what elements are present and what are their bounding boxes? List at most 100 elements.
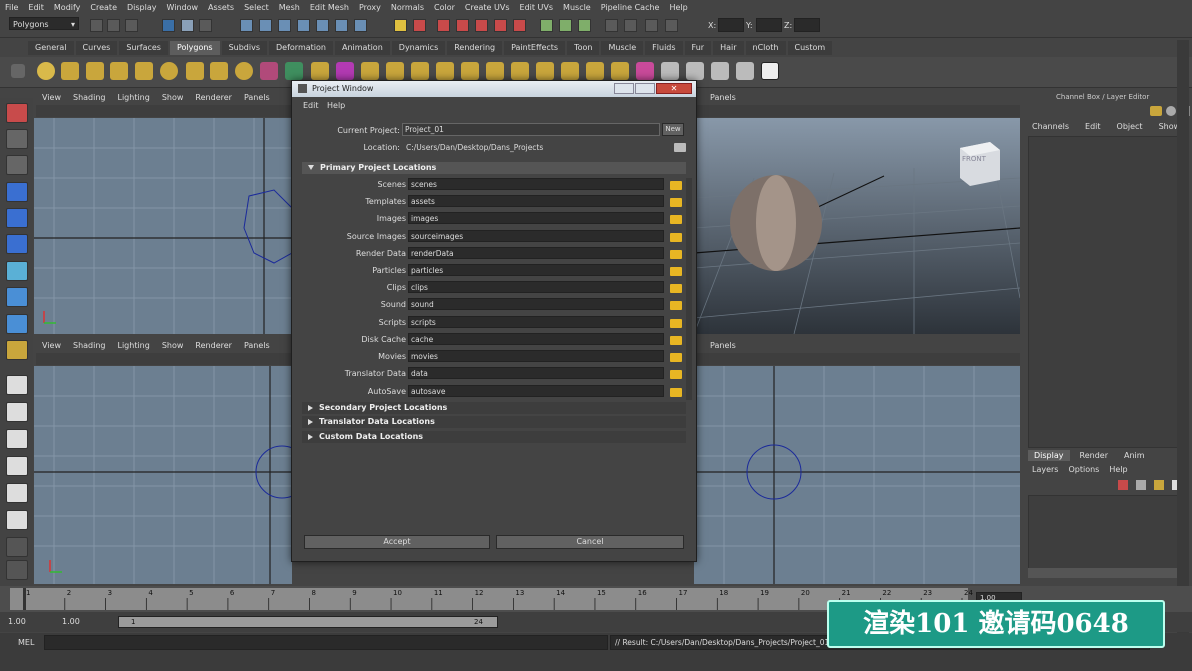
viewport-perspective[interactable] — [694, 118, 1020, 334]
snap-curve-icon[interactable] — [259, 19, 272, 32]
cb-menu-object[interactable]: Object — [1109, 122, 1151, 131]
viewport-toolbar-tr[interactable] — [696, 105, 1020, 117]
snap-point-icon[interactable] — [278, 19, 291, 32]
vp-tl-shading[interactable]: Shading — [67, 93, 112, 104]
clips-folder-icon[interactable] — [670, 284, 682, 293]
layer-selected-icon[interactable] — [1136, 480, 1146, 490]
translator-data-input[interactable]: data — [408, 367, 664, 379]
vp-tl-lighting[interactable]: Lighting — [111, 93, 155, 104]
locations-scrollbar[interactable] — [686, 178, 692, 400]
z-input[interactable] — [794, 18, 820, 32]
poly-plane-icon[interactable] — [135, 62, 153, 80]
ipr-render-icon[interactable] — [437, 19, 450, 32]
disk-cache-input[interactable]: cache — [408, 333, 664, 345]
dialog-menu-edit[interactable]: Edit — [303, 101, 319, 110]
tab-display[interactable]: Display — [1028, 450, 1070, 461]
sound-folder-icon[interactable] — [670, 301, 682, 310]
outliner-icon[interactable] — [645, 19, 658, 32]
separate-icon[interactable] — [285, 62, 303, 80]
render-view-icon[interactable] — [494, 19, 507, 32]
range-start2-field[interactable]: 1.00 — [62, 615, 112, 629]
attribute-editor-icon[interactable] — [540, 19, 553, 32]
scale-tool-icon[interactable] — [6, 234, 28, 254]
last-tool-icon[interactable] — [6, 314, 28, 334]
tab-polygons[interactable]: Polygons — [169, 41, 220, 55]
vp-bl-panels[interactable]: Panels — [238, 341, 276, 352]
scenes-input[interactable]: scenes — [408, 178, 664, 190]
images-folder-icon[interactable] — [670, 215, 682, 224]
split-icon[interactable] — [461, 62, 479, 80]
append-icon[interactable] — [436, 62, 454, 80]
tab-animation[interactable]: Animation — [334, 41, 390, 55]
tab-toon[interactable]: Toon — [567, 41, 600, 55]
attribute-toggle-icon[interactable] — [1166, 106, 1176, 116]
layout-icon[interactable] — [624, 19, 637, 32]
snap-plane-icon[interactable] — [297, 19, 310, 32]
extrude-icon[interactable] — [386, 62, 404, 80]
dialog-menu-help[interactable]: Help — [327, 101, 345, 110]
construction-icon[interactable] — [394, 19, 407, 32]
menu-muscle[interactable]: Muscle — [558, 3, 596, 12]
menu-pipeline-cache[interactable]: Pipeline Cache — [596, 3, 665, 12]
close-icon[interactable]: ✕ — [656, 83, 692, 94]
source-images-input[interactable]: sourceimages — [408, 230, 664, 242]
menu-display[interactable]: Display — [122, 3, 162, 12]
tab-hair[interactable]: Hair — [713, 41, 744, 55]
tab-fur[interactable]: Fur — [684, 41, 712, 55]
mode-selector[interactable]: Polygons ▾ — [9, 17, 79, 30]
current-project-input[interactable]: Project_01 — [402, 123, 660, 136]
horizontal-scrollbar[interactable] — [1028, 568, 1186, 578]
command-input[interactable] — [44, 635, 608, 650]
new-layer-icon[interactable] — [1118, 480, 1128, 490]
cut-faces-icon[interactable] — [486, 62, 504, 80]
bevel-icon[interactable] — [511, 62, 529, 80]
menu-assets[interactable]: Assets — [203, 3, 239, 12]
history-icon[interactable] — [354, 19, 367, 32]
sculpt-icon[interactable] — [561, 62, 579, 80]
select-component-icon[interactable] — [199, 19, 212, 32]
render-settings-icon[interactable] — [456, 19, 469, 32]
menu-file[interactable]: File — [0, 3, 23, 12]
open-scene-icon[interactable] — [107, 19, 120, 32]
layout-four-icon[interactable] — [6, 402, 28, 422]
paint-select-icon[interactable] — [6, 155, 28, 175]
scripts-input[interactable]: scripts — [408, 316, 664, 328]
layout-outliner-icon[interactable] — [6, 483, 28, 503]
tab-fluids[interactable]: Fluids — [645, 41, 683, 55]
y-input[interactable] — [756, 18, 782, 32]
tab-surfaces[interactable]: Surfaces — [119, 41, 168, 55]
select-hierarchy-icon[interactable] — [162, 19, 175, 32]
tab-muscle[interactable]: Muscle — [601, 41, 644, 55]
viewport-bottom-left[interactable] — [34, 366, 292, 584]
bridge-icon[interactable] — [411, 62, 429, 80]
clips-input[interactable]: clips — [408, 281, 664, 293]
menu-edit[interactable]: Edit — [23, 3, 49, 12]
vp-bl-show[interactable]: Show — [156, 341, 190, 352]
viewport-toolbar-bl[interactable] — [36, 353, 292, 365]
vp-tl-renderer[interactable]: Renderer — [189, 93, 238, 104]
menu-proxy[interactable]: Proxy — [354, 3, 386, 12]
menu-help[interactable]: Help — [664, 3, 692, 12]
smooth-icon[interactable] — [336, 62, 354, 80]
render-icon[interactable] — [413, 19, 426, 32]
show-manipulator-icon[interactable] — [6, 340, 28, 360]
save-scene-icon[interactable] — [125, 19, 138, 32]
source-images-folder-icon[interactable] — [670, 233, 682, 242]
vp-tl-panels[interactable]: Panels — [238, 93, 276, 104]
viewport-toolbar-br[interactable] — [696, 353, 1020, 365]
cb-menu-channels[interactable]: Channels — [1032, 122, 1077, 131]
menu-edit-uvs[interactable]: Edit UVs — [515, 3, 559, 12]
layer-empty-icon[interactable] — [1154, 480, 1164, 490]
layout-graph-icon[interactable] — [6, 456, 28, 476]
images-input[interactable]: images — [408, 212, 664, 224]
spherical-map-icon[interactable] — [736, 62, 754, 80]
vp-bl-renderer[interactable]: Renderer — [189, 341, 238, 352]
current-time-marker[interactable] — [23, 588, 26, 610]
poly-prism-icon[interactable] — [186, 62, 204, 80]
channel-list[interactable] — [1028, 136, 1188, 448]
graph-icon[interactable] — [665, 19, 678, 32]
autosave-input[interactable]: autosave — [408, 385, 664, 397]
disk-cache-folder-icon[interactable] — [670, 336, 682, 345]
render-data-input[interactable]: renderData — [408, 247, 664, 259]
new-project-button[interactable]: New — [662, 123, 684, 136]
